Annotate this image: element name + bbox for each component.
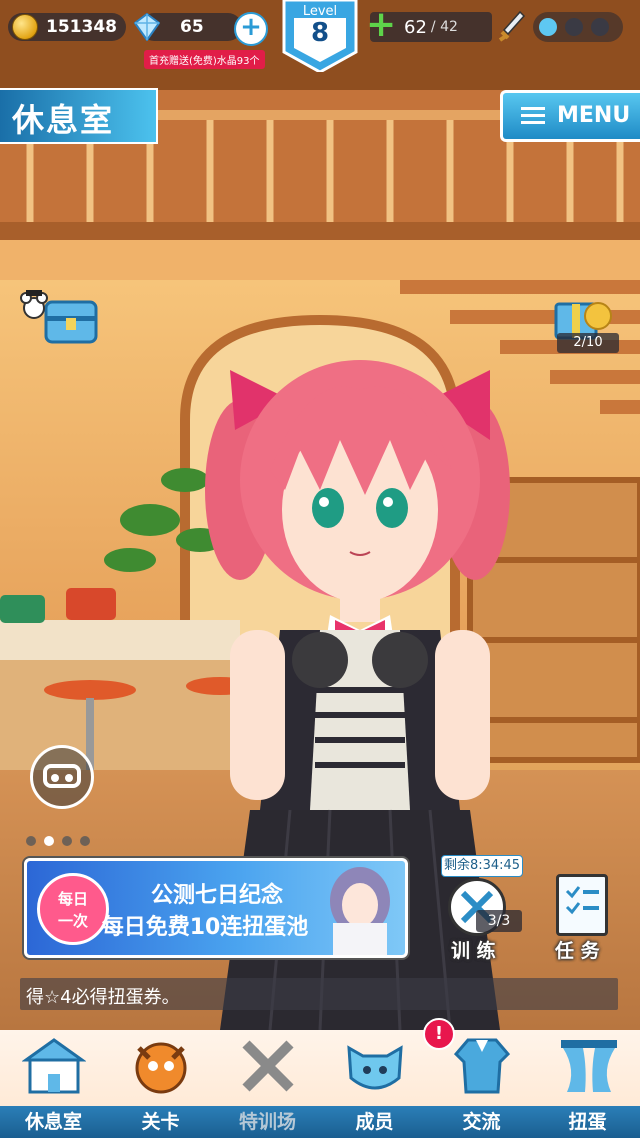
nav-item-gacha[interactable]: 扭蛋 — [535, 1030, 640, 1138]
badge-line-1: 每日 — [57, 890, 88, 908]
nav-item-training-ground[interactable]: 特训场 — [214, 1030, 322, 1138]
page-dot[interactable] — [62, 836, 72, 846]
menu-button[interactable]: MENU — [500, 90, 640, 142]
cat-face-icon — [347, 1045, 403, 1090]
vr-headset-icon — [43, 764, 81, 788]
page-indicator — [26, 836, 90, 846]
nav-item-lounge[interactable]: 休息室 — [0, 1030, 108, 1138]
energy-dot-full — [539, 18, 557, 36]
game-scene — [0, 0, 640, 1138]
nav-label: 成员 — [321, 1106, 429, 1138]
sword-icon — [498, 10, 526, 42]
nav-label: 交流 — [428, 1106, 536, 1138]
nav-label: 休息室 — [0, 1106, 108, 1138]
stamina-plus-icon[interactable]: + — [366, 7, 396, 43]
page-dot[interactable] — [26, 836, 36, 846]
notice-bar[interactable]: 得☆4必得扭蛋券。 — [20, 978, 618, 1010]
nav-item-members[interactable]: 成员 — [321, 1030, 429, 1138]
gold-counter: 151348 — [8, 13, 126, 41]
stamina-counter: + 62 / 42 — [366, 7, 492, 43]
page-dot[interactable] — [80, 836, 90, 846]
add-crystals-button[interactable]: + — [234, 12, 268, 46]
first-charge-promo[interactable]: 首充赠送(免费)水晶93个 — [144, 50, 265, 69]
training-count: 3/3 — [476, 910, 522, 932]
nav-label: 特训场 — [214, 1106, 322, 1138]
banner-character-illustration — [330, 867, 390, 955]
menu-label: MENU — [557, 103, 631, 128]
energy-dot-empty — [591, 18, 609, 36]
notice-text: 得☆4必得扭蛋券。 — [26, 987, 180, 1008]
crystal-amount: 65 — [180, 17, 204, 37]
monster-icon — [135, 1042, 187, 1094]
task-button[interactable] — [556, 874, 608, 936]
gold-amount: 151348 — [46, 17, 117, 37]
stamina-max: / 42 — [430, 19, 458, 35]
gift-count: 2/10 — [557, 333, 619, 353]
energy-dot-empty — [565, 18, 583, 36]
level-value: 8 — [310, 18, 330, 48]
nav-label: 扭蛋 — [535, 1106, 640, 1138]
stamina-current: 62 — [404, 16, 427, 38]
level-label: Level — [302, 4, 338, 19]
hamburger-icon — [521, 107, 545, 110]
vr-mode-button[interactable] — [30, 745, 94, 809]
page-title: 休息室 — [12, 101, 115, 139]
uniform-icon — [453, 1038, 511, 1094]
nav-item-stages[interactable]: 关卡 — [107, 1030, 215, 1138]
banner-subtitle: 每日免费10连扭蛋池 — [101, 915, 309, 940]
checklist-icon — [565, 886, 599, 915]
building-icon — [22, 1038, 86, 1094]
crystal-counter: 65 — [134, 13, 242, 41]
room-title-plate: 休息室 — [0, 88, 158, 144]
gold-coin-icon — [12, 14, 38, 40]
training-timer: 剩余8:34:45 — [441, 855, 523, 877]
banner-title: 公测七日纪念 — [150, 883, 283, 908]
treasure-chest-button[interactable] — [20, 290, 100, 350]
nav-label: 关卡 — [107, 1106, 215, 1138]
task-label[interactable]: 任 务 — [555, 936, 600, 963]
training-label[interactable]: 训 练 — [451, 936, 496, 963]
event-banner[interactable]: 每日 一次 公测七日纪念 每日免费10连扭蛋池 — [24, 858, 408, 958]
page-dot-active[interactable] — [44, 836, 54, 846]
notification-badge: ! — [423, 1018, 455, 1050]
energy-dots — [533, 12, 623, 42]
level-badge: Level 8 — [282, 0, 358, 72]
crossed-swords-icon — [242, 1040, 294, 1092]
bottom-nav: 休息室 关卡 特训场 成员 交流 扭蛋 — [0, 1030, 640, 1138]
crystal-icon — [134, 13, 160, 41]
curtain-icon — [561, 1040, 617, 1092]
